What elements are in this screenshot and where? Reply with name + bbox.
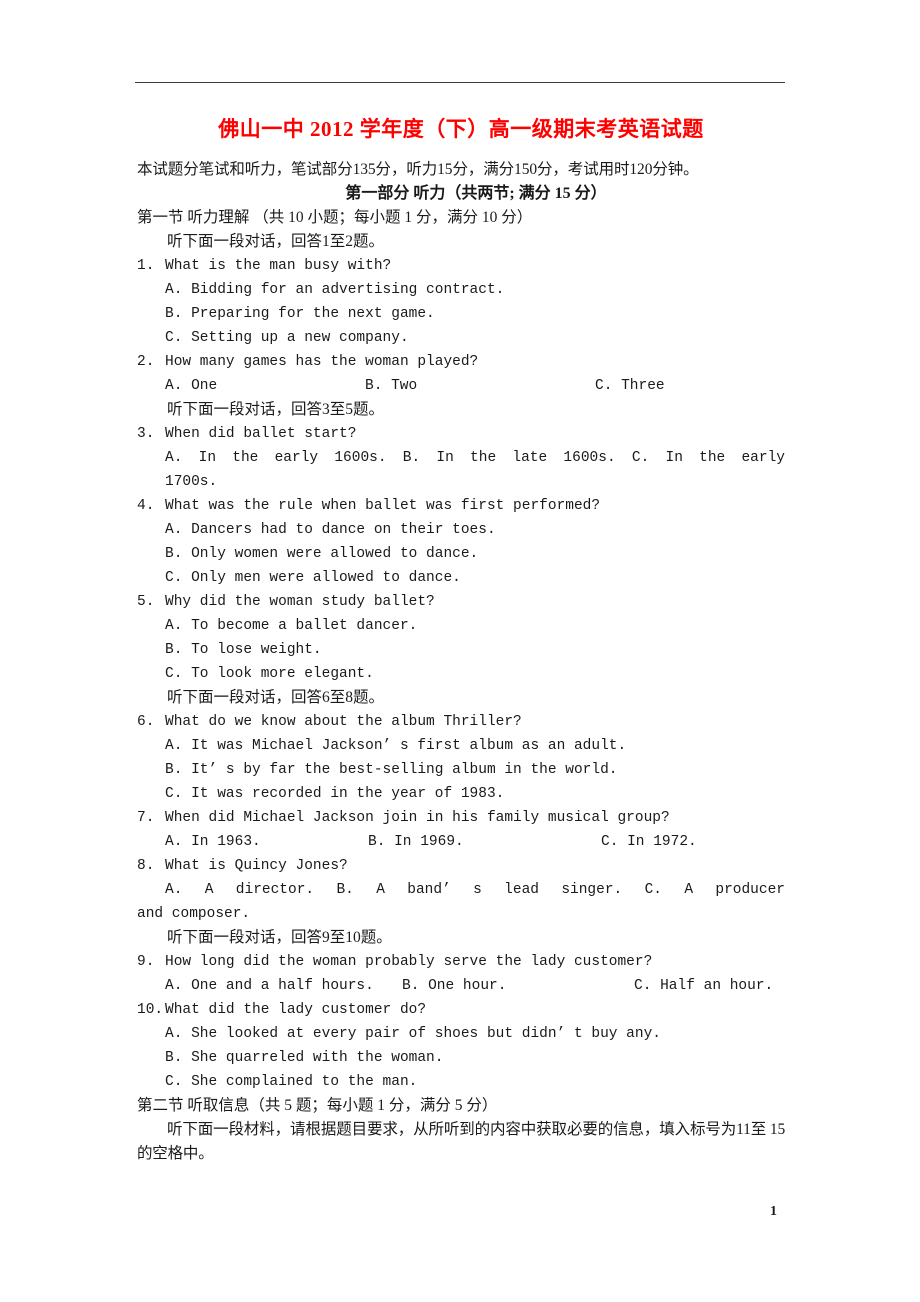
- question-number: 6.: [137, 714, 155, 730]
- directive-questions-1-2: 听下面一段对话，回答1至2题。: [167, 233, 385, 250]
- question-stem: 4. What was the rule when ballet was firs…: [137, 494, 785, 518]
- question-number: 3.: [137, 426, 155, 442]
- question-text: What did the lady customer do?: [165, 1002, 427, 1018]
- exam-page: 佛山一中 2012 学年度（下）高一级期末考英语试题 本试题分笔试和听力，笔试部…: [0, 0, 920, 1302]
- page-number: 1: [770, 1204, 777, 1219]
- question-option-wrap: 1700s.: [165, 474, 218, 490]
- question-number: 4.: [137, 498, 155, 514]
- question-option-row: A. In 1963. B. In 1969. C. In 1972.: [137, 830, 785, 854]
- question-number: 7.: [137, 810, 155, 826]
- question-option-row: A. A director. B. A band’ s lead singer.…: [165, 882, 785, 898]
- section-one-heading: 第一节 听力理解 （共 10 小题；每小题 1 分，满分 10 分）: [137, 209, 533, 226]
- question-option: B. To lose weight.: [165, 642, 322, 658]
- question-option-wrap: and composer.: [137, 906, 251, 922]
- directive-questions-3-5: 听下面一段对话，回答3至5题。: [167, 401, 385, 418]
- question-option: B. In 1969.: [368, 834, 464, 850]
- question-option: A. She looked at every pair of shoes but…: [165, 1026, 661, 1042]
- question-text: When did ballet start?: [165, 426, 357, 442]
- page-title: 佛山一中 2012 学年度（下）高一级期末考英语试题: [218, 117, 704, 141]
- question-text: When did Michael Jackson join in his fam…: [165, 810, 670, 826]
- question-number: 5.: [137, 594, 155, 610]
- question-stem: 6. What do we know about the album Thrill…: [137, 710, 785, 734]
- question-stem: 5. Why did the woman study ballet?: [137, 590, 785, 614]
- question-text: How long did the woman probably serve th…: [165, 954, 653, 970]
- question-text: How many games has the woman played?: [165, 354, 479, 370]
- question-stem: 10. What did the lady customer do?: [137, 998, 785, 1022]
- question-text: Why did the woman study ballet?: [165, 594, 435, 610]
- question-option: B. It’ s by far the best-selling album i…: [165, 762, 618, 778]
- question-option: B. Preparing for the next game.: [165, 306, 435, 322]
- question-number: 8.: [137, 858, 155, 874]
- question-option: B. Two: [365, 378, 418, 394]
- question-option: C. Half an hour.: [634, 978, 774, 994]
- question-text: What is the man busy with?: [165, 258, 392, 274]
- section-two-heading: 第二节 听取信息（共 5 题；每小题 1 分，满分 5 分）: [137, 1097, 498, 1114]
- question-number: 9.: [137, 954, 155, 970]
- question-option: C. Only men were allowed to dance.: [165, 570, 461, 586]
- question-option-row: A. One B. Two C. Three: [137, 374, 785, 398]
- question-number: 10.: [137, 1002, 164, 1018]
- question-stem: 2. How many games has the woman played?: [137, 350, 785, 374]
- question-option: C. It was recorded in the year of 1983.: [165, 786, 505, 802]
- question-option: A. In 1963.: [165, 834, 261, 850]
- question-stem: 1. What is the man busy with?: [137, 254, 785, 278]
- directive-questions-9-10: 听下面一段对话，回答9至10题。: [167, 929, 392, 946]
- question-text: What do we know about the album Thriller…: [165, 714, 522, 730]
- question-number: 1.: [137, 258, 155, 274]
- question-stem: 7. When did Michael Jackson join in his f…: [137, 806, 785, 830]
- question-number: 2.: [137, 354, 155, 370]
- question-stem: 9. How long did the woman probably serve …: [137, 950, 785, 974]
- question-option: B. One hour.: [402, 978, 507, 994]
- question-option: C. Three: [595, 378, 665, 394]
- directive-questions-6-8: 听下面一段对话，回答6至8题。: [167, 689, 385, 706]
- question-stem: 3. When did ballet start?: [137, 422, 785, 446]
- question-text: What was the rule when ballet was first …: [165, 498, 601, 514]
- question-option: A. Dancers had to dance on their toes.: [165, 522, 496, 538]
- question-option: A. One: [165, 378, 218, 394]
- question-option: C. Setting up a new company.: [165, 330, 409, 346]
- question-option-row: A. One and a half hours. B. One hour. C. H…: [137, 974, 785, 998]
- header-divider-rule: [135, 82, 785, 83]
- part-one-heading: 第一部分 听力（共两节; 满分 15 分）: [345, 185, 607, 202]
- question-option: B. Only women were allowed to dance.: [165, 546, 479, 562]
- document-content: 佛山一中 2012 学年度（下）高一级期末考英语试题 本试题分笔试和听力，笔试部…: [137, 100, 785, 1166]
- question-option: A. To become a ballet dancer.: [165, 618, 418, 634]
- question-stem: 8. What is Quincy Jones?: [137, 854, 785, 878]
- question-option: C. She complained to the man.: [165, 1074, 418, 1090]
- section-two-directive: 听下面一段材料，请根据题目要求，从所听到的内容中获取必要的信息，填入标号为11至…: [137, 1121, 785, 1162]
- question-option-row: A. In the early 1600s. B. In the late 16…: [165, 450, 785, 466]
- question-option: C. In 1972.: [601, 834, 697, 850]
- question-option: A. One and a half hours.: [165, 978, 374, 994]
- question-option: C. To look more elegant.: [165, 666, 374, 682]
- question-option: A. It was Michael Jackson’ s first album…: [165, 738, 627, 754]
- exam-intro-paragraph: 本试题分笔试和听力，笔试部分135分，听力15分，满分150分，考试用时120分…: [137, 161, 699, 178]
- question-option: B. She quarreled with the woman.: [165, 1050, 444, 1066]
- question-text: What is Quincy Jones?: [165, 858, 348, 874]
- question-option: A. Bidding for an advertising contract.: [165, 282, 505, 298]
